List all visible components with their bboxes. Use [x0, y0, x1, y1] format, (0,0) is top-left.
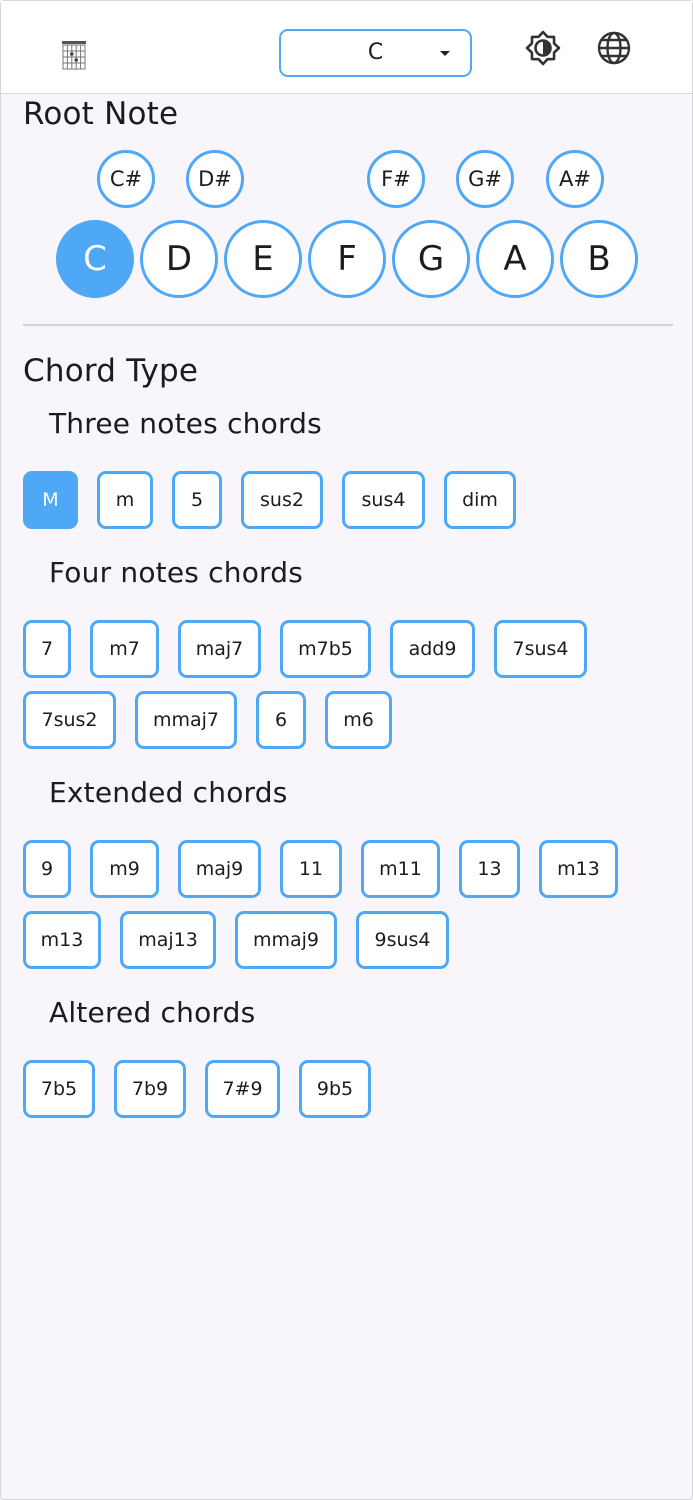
chord-chip[interactable]: 7sus2 — [23, 691, 116, 749]
chord-type-title: Chord Type — [23, 353, 199, 389]
note-b-button[interactable]: B — [560, 220, 638, 298]
brightness-contrast-icon[interactable] — [524, 29, 562, 67]
chord-chip[interactable]: m — [97, 471, 153, 529]
chord-chip[interactable]: m13 — [23, 911, 101, 969]
chord-chip[interactable]: maj13 — [120, 911, 216, 969]
chord-chip[interactable]: m7b5 — [280, 620, 371, 678]
chord-chip[interactable]: 7b5 — [23, 1060, 95, 1118]
chord-chip[interactable]: 11 — [280, 840, 342, 898]
chord-chip[interactable]: 7#9 — [205, 1060, 280, 1118]
note-e-button[interactable]: E — [224, 220, 302, 298]
note-c-button[interactable]: C — [56, 220, 134, 298]
note-d-button[interactable]: D — [140, 220, 218, 298]
note-c-sharp-button[interactable]: C# — [97, 150, 155, 208]
chord-chip[interactable]: add9 — [390, 620, 475, 678]
globe-icon[interactable] — [595, 29, 633, 67]
chord-chip[interactable]: m11 — [361, 840, 440, 898]
section-divider — [23, 324, 673, 326]
chord-chip[interactable]: m7 — [90, 620, 159, 678]
chord-chip[interactable]: 9b5 — [299, 1060, 371, 1118]
note-f-sharp-button[interactable]: F# — [367, 150, 425, 208]
chord-chip[interactable]: 5 — [172, 471, 222, 529]
four-notes-chords-title: Four notes chords — [49, 556, 304, 589]
chord-chip[interactable]: m6 — [325, 691, 392, 749]
chord-chip[interactable]: 7 — [23, 620, 71, 678]
app-frame: C Root Note C# D# F# G# A# C D E F G A B… — [0, 0, 693, 1500]
top-app-bar: C — [1, 1, 692, 94]
note-a-sharp-button[interactable]: A# — [546, 150, 604, 208]
note-g-sharp-button[interactable]: G# — [456, 150, 514, 208]
chord-chip[interactable]: sus4 — [342, 471, 425, 529]
chord-chip[interactable]: mmaj7 — [135, 691, 237, 749]
chord-chip[interactable]: 9 — [23, 840, 71, 898]
three-notes-chords-title: Three notes chords — [49, 407, 322, 440]
note-f-button[interactable]: F — [308, 220, 386, 298]
note-a-button[interactable]: A — [476, 220, 554, 298]
chord-chip[interactable]: m9 — [90, 840, 159, 898]
chord-chip[interactable]: mmaj9 — [235, 911, 337, 969]
dropdown-caret-icon — [440, 51, 450, 56]
note-d-sharp-button[interactable]: D# — [186, 150, 244, 208]
chord-chip[interactable]: 9sus4 — [356, 911, 449, 969]
chord-chip[interactable]: 7sus4 — [494, 620, 587, 678]
chord-chip[interactable]: maj9 — [178, 840, 261, 898]
chord-chip[interactable]: maj7 — [178, 620, 261, 678]
altered-chords-title: Altered chords — [49, 996, 256, 1029]
chord-diagram-icon[interactable] — [61, 40, 87, 70]
root-note-select[interactable]: C — [279, 29, 472, 77]
chord-chip[interactable]: m13 — [539, 840, 618, 898]
chord-chip[interactable]: 6 — [256, 691, 306, 749]
chord-chip[interactable]: 13 — [459, 840, 520, 898]
chord-chip[interactable]: dim — [444, 471, 516, 529]
chord-chip[interactable]: 7b9 — [114, 1060, 186, 1118]
extended-chords-title: Extended chords — [49, 776, 288, 809]
chord-chip[interactable]: sus2 — [241, 471, 323, 529]
chord-chip[interactable]: M — [23, 471, 78, 529]
root-note-title: Root Note — [23, 96, 179, 132]
note-g-button[interactable]: G — [392, 220, 470, 298]
